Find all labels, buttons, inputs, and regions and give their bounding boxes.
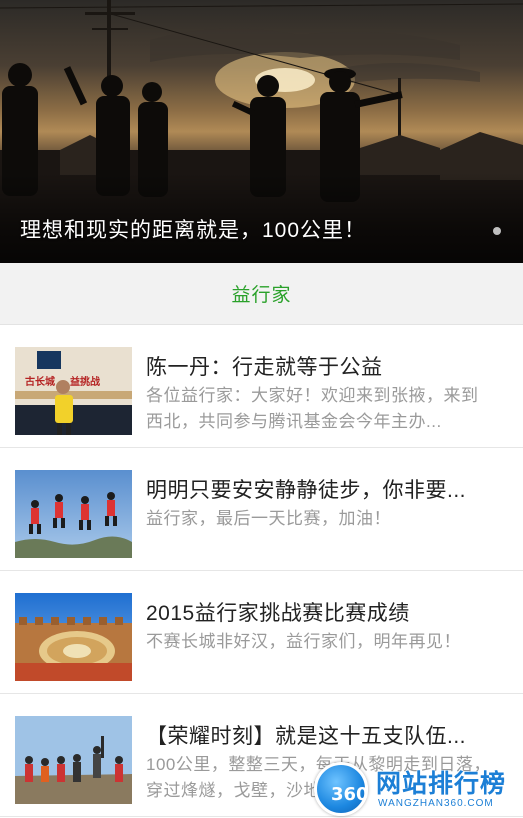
- article-title[interactable]: 【荣耀时刻】就是这十五支队伍...: [146, 720, 496, 750]
- article-description: 不赛长城非好汉，益行家们，明年再见！: [146, 632, 461, 651]
- watermark-logo: 360: [314, 762, 369, 816]
- jumping-group-image: [15, 470, 132, 558]
- article-item-2[interactable]: 明明只要安安静静徒步，你非要... 益行家，最后一天比赛，加油！: [0, 448, 523, 571]
- section-header: 益行家: [0, 263, 523, 325]
- article-description: 各位益行家：大家好！欢迎来到张掖，来到西北，共同参与腾讯基金会今年主办...: [146, 386, 479, 431]
- speaker-on-stage-image: 古长城 益挑战: [15, 347, 132, 435]
- article-item-1[interactable]: 古长城 益挑战 陈一丹：行走就等于公益 各位益行家：大家好！欢迎来到张掖，来到西…: [0, 325, 523, 448]
- watermark-text: 网站排行榜: [375, 770, 507, 799]
- article-title[interactable]: 明明只要安安静静徒步，你非要...: [146, 474, 496, 504]
- svg-text:古长城: 古长城: [25, 375, 55, 388]
- banner-carousel[interactable]: 理想和现实的距离就是，100公里！: [0, 0, 523, 263]
- site-watermark: 360 网站排行榜 WANGZHAN360.COM: [310, 758, 523, 818]
- svg-text:益挑战: 益挑战: [70, 375, 100, 388]
- watermark-badge: 360: [331, 784, 369, 805]
- article-thumbnail: [15, 470, 132, 558]
- great-wall-medal-image: [15, 593, 132, 681]
- article-title[interactable]: 陈一丹：行走就等于公益: [146, 351, 496, 381]
- article-description: 益行家，最后一天比赛，加油！: [146, 509, 391, 528]
- banner-caption[interactable]: 理想和现实的距离就是，100公里！: [20, 214, 366, 244]
- article-thumbnail: 古长城 益挑战: [15, 347, 132, 435]
- carousel-indicator-dot[interactable]: [493, 227, 501, 235]
- section-title: 益行家: [231, 285, 292, 306]
- team-celebration-image: [15, 716, 132, 804]
- article-title[interactable]: 2015益行家挑战赛比赛成绩: [146, 597, 496, 627]
- article-thumbnail: [15, 716, 132, 804]
- watermark-url: WANGZHAN360.COM: [378, 798, 494, 809]
- article-item-3[interactable]: 2015益行家挑战赛比赛成绩 不赛长城非好汉，益行家们，明年再见！: [0, 571, 523, 694]
- article-list: 古长城 益挑战 陈一丹：行走就等于公益 各位益行家：大家好！欢迎来到张掖，来到西…: [0, 325, 523, 817]
- article-thumbnail: [15, 593, 132, 681]
